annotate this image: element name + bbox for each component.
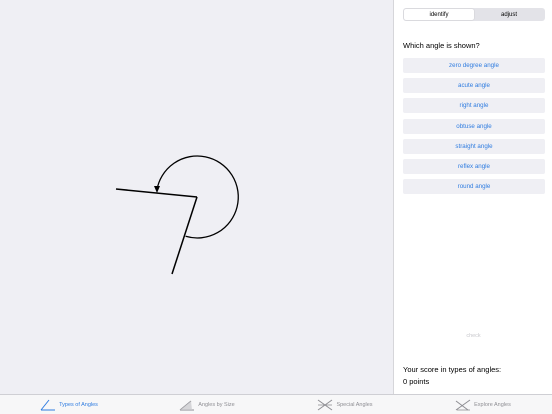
- types-of-angles-icon: [40, 399, 56, 410]
- tab-special-angles[interactable]: Special Angles: [276, 395, 414, 414]
- tab-bar: Types of Angles Angles by Size Special A…: [0, 394, 552, 414]
- check-button[interactable]: check: [394, 333, 552, 339]
- explore-angles-icon: [455, 399, 471, 410]
- angle-canvas: [0, 0, 393, 394]
- quiz-panel: identify adjust Which angle is shown? ze…: [393, 0, 552, 394]
- angle-drawing: [115, 155, 239, 275]
- tab-types-of-angles[interactable]: Types of Angles: [0, 395, 138, 414]
- tab-label: Explore Angles: [474, 401, 511, 408]
- score-value: 0 points: [403, 377, 430, 386]
- mode-segmented-control: identify adjust: [403, 8, 545, 21]
- tab-explore-angles[interactable]: Explore Angles: [414, 395, 552, 414]
- angle-arrowhead: [154, 186, 160, 193]
- angle-ray-down: [171, 196, 198, 275]
- segment-identify[interactable]: identify: [404, 9, 474, 20]
- answer-options: zero degree angle acute angle right angl…: [403, 58, 545, 199]
- angles-by-size-icon: [179, 400, 195, 410]
- tab-label: Special Angles: [336, 401, 373, 408]
- option-acute-angle[interactable]: acute angle: [403, 78, 545, 94]
- option-obtuse-angle[interactable]: obtuse angle: [403, 118, 545, 134]
- question-text: Which angle is shown?: [403, 41, 480, 50]
- score-label: Your score in types of angles:: [403, 365, 502, 374]
- segment-adjust[interactable]: adjust: [474, 9, 544, 20]
- option-zero-degree-angle[interactable]: zero degree angle: [403, 58, 545, 73]
- option-right-angle[interactable]: right angle: [403, 98, 545, 114]
- special-angles-icon: [318, 399, 333, 410]
- option-round-angle[interactable]: round angle: [403, 179, 545, 195]
- angle-arc: [156, 155, 239, 239]
- option-straight-angle[interactable]: straight angle: [403, 138, 545, 154]
- tab-angles-by-size[interactable]: Angles by Size: [138, 395, 276, 414]
- tab-label: Angles by Size: [198, 401, 235, 408]
- tab-label: Types of Angles: [59, 401, 98, 408]
- option-reflex-angle[interactable]: reflex angle: [403, 158, 545, 174]
